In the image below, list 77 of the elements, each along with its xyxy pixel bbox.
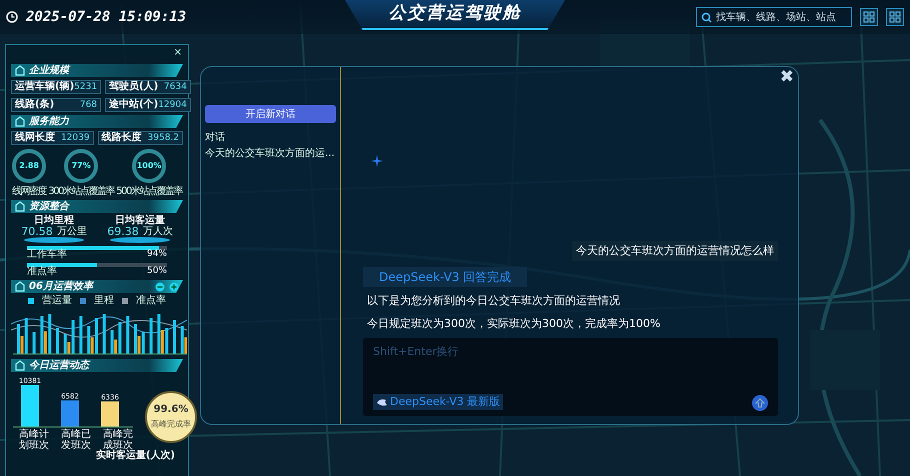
grid-icon (863, 11, 875, 23)
grid-button[interactable] (860, 8, 878, 26)
search-field[interactable]: 找车辆、线路、场站、站点 (696, 7, 852, 27)
ring-label: 线网密度 (12, 187, 46, 197)
section-title: 企业规模 (29, 66, 69, 76)
legend-label: 准点率 (136, 296, 166, 306)
house-icon (15, 201, 25, 212)
metric-label: 日均客运量 (115, 216, 165, 226)
rate-value: 99.6% (154, 403, 188, 417)
clock-icon (6, 11, 18, 23)
category-label: 高峰计划班次 (18, 429, 50, 451)
send-button[interactable] (752, 395, 768, 411)
house-icon (15, 360, 25, 371)
stat-value: 5231 (74, 82, 98, 92)
status-label: DeepSeek-V3 回答完成 (363, 267, 528, 287)
section-title: 资源整合 (29, 202, 69, 212)
glow-platform (24, 237, 84, 243)
stat-label: 线路(条) (15, 100, 54, 110)
metric-value: 69.38 (107, 226, 139, 237)
stat-label: 驾驶员(人) (109, 82, 158, 92)
house-icon (15, 281, 25, 292)
stat-value: 12039 (60, 134, 90, 142)
ring-label: 300米站点覆盖率 (48, 187, 114, 197)
sparkle-icon (371, 155, 383, 167)
close-button[interactable]: × (170, 48, 185, 58)
stat-label: 线路长度 (102, 133, 142, 143)
ring-label: 500米站点覆盖率 (116, 187, 182, 197)
progress-label: 准点率 (27, 267, 57, 277)
stat-label: 途中站(个) (109, 100, 158, 110)
answer-text: 以下是为您分析到的今日公交车班次方面的运营情况 (366, 293, 621, 309)
stat-label: 线网长度 (15, 133, 55, 143)
search-icon (701, 12, 712, 22)
model-selector[interactable]: DeepSeek-V3 最新版 (373, 394, 504, 410)
metric-value: 70.58 (21, 226, 53, 237)
metric-unit: 万公里 (56, 227, 87, 237)
grid-icon (889, 11, 901, 23)
metric-unit: 万人次 (142, 227, 173, 237)
category-label: 高峰完成班次 (103, 429, 133, 451)
message-input[interactable]: Shift+Enter换行 DeepSeek-V3 最新版 (363, 338, 778, 416)
legend-label: 营运量 (42, 296, 72, 306)
progress-label: 工作车率 (27, 250, 67, 260)
stat-label: 运营车辆(辆) (15, 82, 74, 92)
arrow-up-icon (755, 398, 765, 408)
chart-bar (101, 401, 119, 427)
progress-reading: 94% (146, 250, 167, 260)
new-chat-button[interactable]: 开启新对话 (205, 105, 336, 123)
legend-label: 里程 (94, 296, 114, 306)
realtime-title: 实时客运量(人次) (94, 451, 176, 461)
ring-gauge: 100% (132, 149, 166, 183)
stat-value: 3958.2 (148, 134, 180, 142)
plus-icon (169, 282, 179, 292)
chart-bar (21, 385, 39, 427)
ring-gauge: 77% (64, 149, 98, 183)
metric-label: 日均里程 (34, 216, 74, 226)
answer-text: 今日规定班次为300次，实际班次为300次，完成率为100% (366, 316, 662, 332)
category-label: 高峰已发班次 (60, 429, 92, 451)
date-time: 2025-07-28 15:09:13 (26, 8, 186, 26)
ring-gauge: 2.88 (12, 149, 46, 183)
user-message: 今天的公交车班次方面的运营情况怎么样 (572, 240, 778, 261)
section-title: 06月运营效率 (29, 282, 93, 292)
house-icon (15, 65, 25, 76)
chart-bar (61, 400, 79, 427)
progress-reading: 50% (146, 267, 167, 277)
stat-value: 12904 (158, 100, 187, 110)
section-title: 服务能力 (29, 116, 69, 126)
minus-icon (155, 282, 165, 292)
section-title: 今日运营动态 (29, 360, 89, 370)
close-button[interactable]: ✖ (780, 69, 794, 86)
grid-button[interactable] (886, 8, 904, 26)
history-heading: 对话 (205, 133, 226, 143)
dashboard-title: 公交营运驾驶舱 (388, 2, 522, 26)
history-item[interactable]: 今天的公交车班次方面的运... (205, 149, 336, 159)
stat-value: 7634 (164, 82, 187, 92)
house-icon (15, 116, 25, 127)
glow-platform (110, 237, 170, 243)
rate-label: 高峰完成率 (151, 418, 191, 430)
stat-value: 768 (80, 100, 98, 110)
